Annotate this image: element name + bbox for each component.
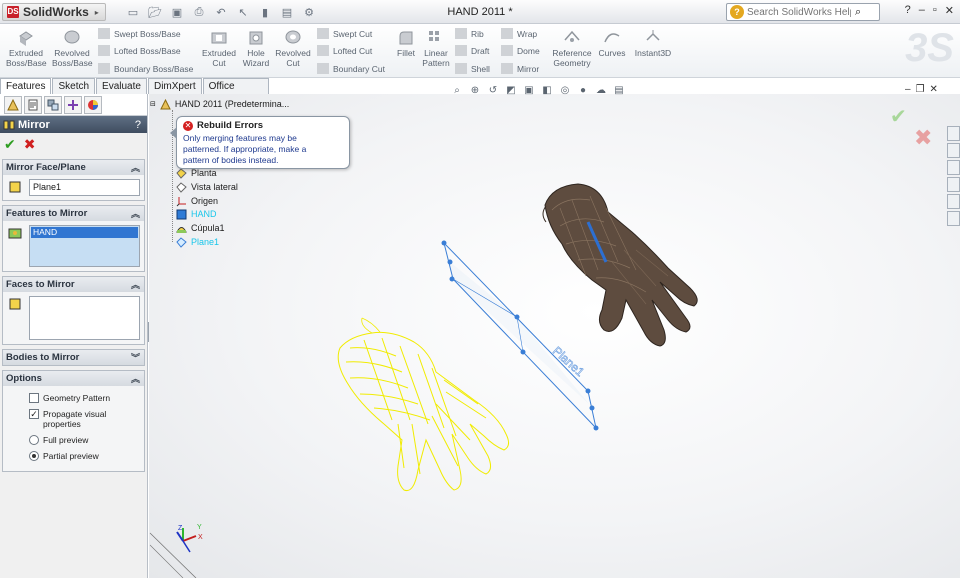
part-icon [160,98,171,109]
tooltip-line: pattern of bodies instead. [183,155,279,165]
appearances-icon[interactable] [947,194,960,209]
zoom-to-fit-icon[interactable]: ⌕ [450,83,464,97]
minimize-icon[interactable]: – [905,84,911,95]
previous-view-icon[interactable]: ↺ [486,83,500,97]
tree-item-origen[interactable]: Origen [176,195,218,207]
plane-icon [176,236,187,248]
tree-item-label: Origen [191,196,219,206]
view-palette-icon[interactable] [947,177,960,192]
tooltip-line: patterned. If appropriate, make a [183,144,307,154]
tree-root[interactable]: ⊟ HAND 2011 (Predetermina... [150,98,289,110]
feature-icon [176,209,187,219]
heads-up-toolbar: ⌕ ⊕ ↺ ◩ ▣ ◧ ◎ ● ☁ ▤ [450,81,626,99]
design-library-icon[interactable] [947,143,960,158]
restore-icon[interactable]: ❐ [916,84,925,95]
axis-x-label: X [198,534,203,541]
view-triad: Z Y X [176,524,203,553]
section-view-icon[interactable]: ◩ [504,83,518,97]
tooltip-message: Only merging features may be patterned. … [183,133,343,166]
plane-icon [176,181,187,193]
horizon-line [149,532,197,578]
mirror-plane[interactable]: Plane1 [441,240,599,431]
tooltip-line: Only merging features may be [183,133,297,143]
rebuild-errors-tooltip: ✕ Rebuild Errors Only merging features m… [170,116,350,169]
dome-icon [176,226,187,233]
viewport-window-controls: – ❐ ✕ [905,84,938,95]
view-settings-icon[interactable]: ▤ [612,83,626,97]
tree-item-label: HAND [191,209,217,219]
view-orientation-icon[interactable]: ▣ [522,83,536,97]
tooltip-title: Rebuild Errors [197,120,263,131]
custom-properties-icon[interactable] [947,211,960,226]
solidworks-resources-icon[interactable] [947,126,960,141]
confirmation-ok-icon[interactable]: ✔ [890,104,907,129]
apply-scene-icon[interactable]: ☁ [594,83,608,97]
confirmation-cancel-icon[interactable]: ✖ [914,125,932,151]
file-explorer-icon[interactable] [947,160,960,175]
mirror-preview-hand [337,317,510,492]
horizon-line [149,544,184,578]
axis-y-label: Y [197,524,202,531]
plane-label: Plane1 [550,344,587,380]
task-pane-tabs [947,126,960,226]
tree-item-label: Planta [191,168,217,178]
tree-item-vista-lateral[interactable]: Vista lateral [176,181,238,193]
hide-show-items-icon[interactable]: ◎ [558,83,572,97]
tree-item-hand[interactable]: HAND [176,208,217,220]
display-style-icon[interactable]: ◧ [540,83,554,97]
zoom-to-area-icon[interactable]: ⊕ [468,83,482,97]
close-icon[interactable]: ✕ [930,84,938,95]
plane-icon [176,167,187,179]
tree-item-label: Cúpula1 [191,223,225,233]
hand-model[interactable] [542,183,698,347]
expand-icon[interactable]: ⊟ [150,100,156,108]
origin-icon [176,196,186,206]
tree-item-cupula1[interactable]: Cúpula1 [176,222,225,234]
tree-item-label: Plane1 [191,237,220,247]
axis-z-label: Z [178,525,183,532]
edit-appearance-icon[interactable]: ● [576,83,590,97]
tooltip-pointer [170,127,177,139]
tree-item-plane1[interactable]: Plane1 [176,236,219,248]
error-icon: ✕ [183,120,193,131]
tree-root-label: HAND 2011 (Predetermina... [174,99,290,109]
tree-item-label: Vista lateral [191,182,238,192]
